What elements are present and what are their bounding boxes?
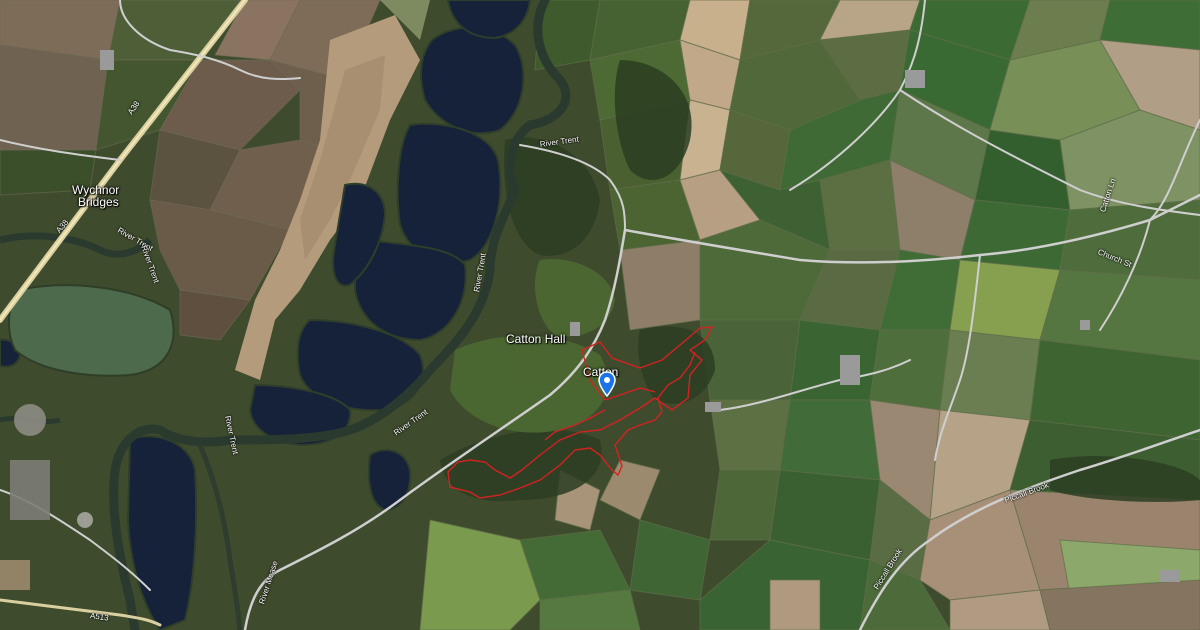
lake-west	[8, 284, 175, 377]
satellite-imagery	[0, 0, 1200, 630]
map-pin-icon	[598, 371, 616, 398]
satellite-map[interactable]: Wychnor Bridges Catton Hall Catton A38 A…	[0, 0, 1200, 630]
place-label-bridges: Bridges	[78, 195, 119, 209]
place-label-catton-hall: Catton Hall	[506, 332, 566, 346]
location-marker[interactable]	[598, 371, 616, 398]
